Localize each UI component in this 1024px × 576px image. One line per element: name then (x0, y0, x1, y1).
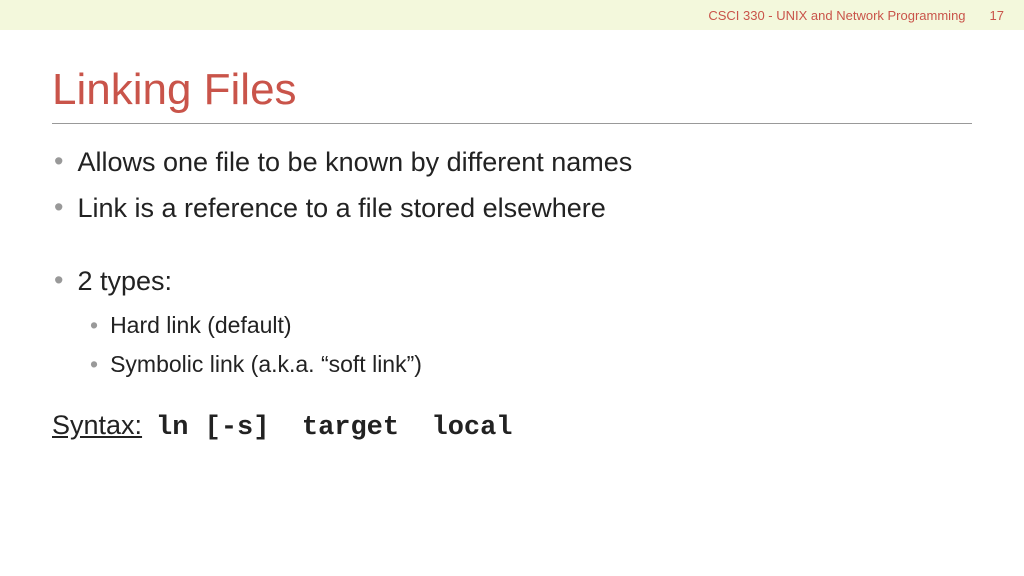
syntax-code: ln [-s] target local (156, 413, 512, 443)
bullet-text: Allows one file to be known by different… (77, 144, 632, 180)
syntax-label: Syntax: (52, 410, 142, 441)
sub-bullet-text: Symbolic link (a.k.a. “soft link”) (110, 348, 422, 380)
slide-content: Linking Files • Allows one file to be kn… (0, 30, 1024, 443)
types-bullet-list: • 2 types: (52, 263, 972, 299)
bullet-icon: • (54, 190, 63, 225)
spacer (52, 237, 972, 263)
bullet-icon: • (54, 144, 63, 179)
bullet-icon: • (90, 348, 98, 380)
title-divider (52, 123, 972, 124)
main-bullet-list: • Allows one file to be known by differe… (52, 144, 972, 227)
sub-bullet-item: • Symbolic link (a.k.a. “soft link”) (90, 348, 972, 380)
sub-bullet-list: • Hard link (default) • Symbolic link (a… (90, 309, 972, 379)
course-label: CSCI 330 - UNIX and Network Programming (708, 8, 965, 23)
syntax-row: Syntax: ln [-s] target local (52, 410, 972, 443)
page-number: 17 (990, 8, 1004, 23)
bullet-item: • Allows one file to be known by differe… (52, 144, 972, 180)
sub-bullet-item: • Hard link (default) (90, 309, 972, 341)
slide-header: CSCI 330 - UNIX and Network Programming … (0, 0, 1024, 30)
bullet-text: Link is a reference to a file stored els… (77, 190, 605, 226)
bullet-icon: • (90, 309, 98, 341)
slide-title: Linking Files (52, 65, 972, 115)
bullet-text: 2 types: (77, 263, 172, 299)
bullet-item: • 2 types: (52, 263, 972, 299)
sub-bullet-text: Hard link (default) (110, 309, 292, 341)
bullet-icon: • (54, 263, 63, 298)
bullet-item: • Link is a reference to a file stored e… (52, 190, 972, 226)
